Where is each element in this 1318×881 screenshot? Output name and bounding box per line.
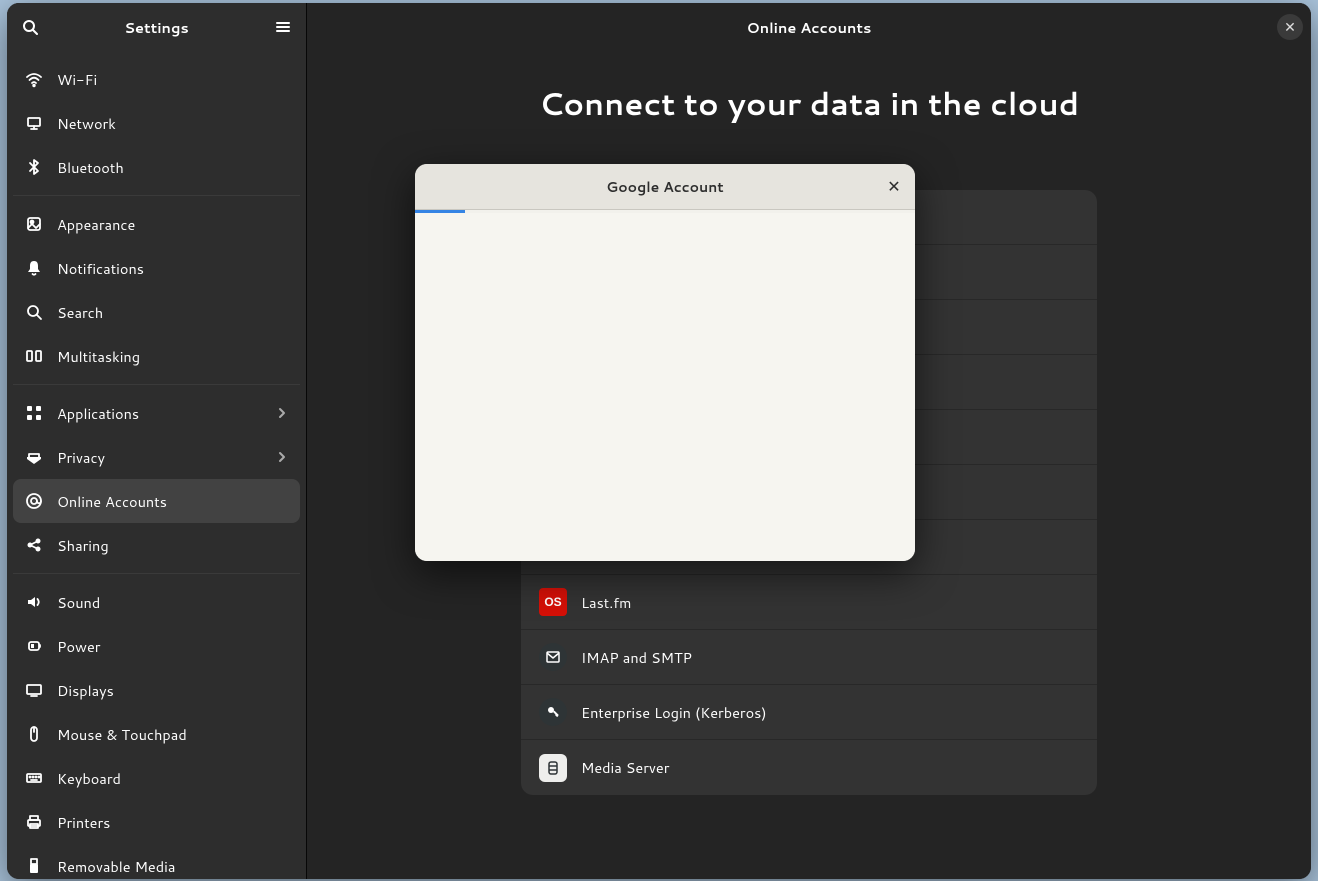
provider-label: Media Server — [581, 757, 669, 778]
sharing-icon — [25, 536, 43, 554]
sidebar-header: Settings — [7, 3, 306, 51]
provider-label: IMAP and SMTP — [581, 647, 692, 668]
account-item-lastfm[interactable]: OS Last.fm — [521, 575, 1097, 630]
bell-icon — [25, 259, 43, 277]
sidebar-item-mouse[interactable]: Mouse & Touchpad — [13, 712, 300, 756]
sidebar-item-removable[interactable]: Removable Media — [13, 844, 300, 879]
lastfm-icon: OS — [539, 588, 567, 616]
sidebar-title: Settings — [47, 17, 266, 38]
usb-icon — [25, 857, 43, 875]
sidebar-item-online-accounts[interactable]: Online Accounts — [13, 479, 300, 523]
sidebar-item-label: Bluetooth — [57, 157, 288, 178]
privacy-icon — [25, 448, 43, 466]
sidebar-separator — [13, 195, 300, 196]
appearance-icon — [25, 215, 43, 233]
displays-icon — [25, 681, 43, 699]
sidebar-item-sound[interactable]: Sound — [13, 580, 300, 624]
close-button[interactable]: ✕ — [1277, 14, 1303, 40]
search-icon — [25, 303, 43, 321]
main-header-title: Online Accounts — [341, 17, 1277, 38]
dialog-progressbar — [415, 210, 915, 213]
search-button[interactable] — [13, 10, 47, 44]
bluetooth-icon — [25, 158, 43, 176]
account-item-imap[interactable]: IMAP and SMTP — [521, 630, 1097, 685]
sidebar-item-power[interactable]: Power — [13, 624, 300, 668]
sidebar-item-label: Power — [57, 636, 288, 657]
menu-button[interactable] — [266, 10, 300, 44]
dialog-body — [415, 213, 915, 561]
sidebar-body: Wi-Fi Network Bluetooth Appearance Notificat… — [7, 51, 306, 879]
sidebar-item-label: Network — [57, 113, 288, 134]
sidebar-separator — [13, 573, 300, 574]
wifi-icon — [25, 70, 43, 88]
chevron-right-icon — [276, 407, 288, 419]
sidebar-item-network[interactable]: Network — [13, 101, 300, 145]
kerberos-icon — [539, 698, 567, 726]
sidebar-item-label: Wi-Fi — [57, 69, 288, 90]
keyboard-icon — [25, 769, 43, 787]
sidebar-item-keyboard[interactable]: Keyboard — [13, 756, 300, 800]
printers-icon — [25, 813, 43, 831]
sidebar-item-multitasking[interactable]: Multitasking — [13, 334, 300, 378]
sidebar-item-label: Keyboard — [57, 768, 288, 789]
sidebar-item-label: Online Accounts — [57, 491, 288, 512]
search-icon — [22, 19, 38, 35]
sidebar: Settings Wi-Fi Network Bluetooth Appearance… — [7, 3, 307, 879]
sidebar-item-label: Appearance — [57, 214, 288, 235]
sidebar-item-label: Mouse & Touchpad — [57, 724, 288, 745]
close-icon: ✕ — [1284, 17, 1296, 37]
google-account-dialog: Google Account ✕ — [415, 164, 915, 561]
imap-icon — [539, 643, 567, 671]
chevron-right-icon — [276, 451, 288, 463]
provider-label: Enterprise Login (Kerberos) — [581, 702, 767, 723]
sidebar-item-search[interactable]: Search — [13, 290, 300, 334]
close-icon: ✕ — [887, 175, 900, 198]
dialog-close-button[interactable]: ✕ — [881, 174, 907, 200]
sidebar-item-applications[interactable]: Applications — [13, 391, 300, 435]
multitasking-icon — [25, 347, 43, 365]
mouse-icon — [25, 725, 43, 743]
sidebar-item-printers[interactable]: Printers — [13, 800, 300, 844]
at-icon — [25, 492, 43, 510]
main-header: Online Accounts ✕ — [307, 3, 1311, 51]
sidebar-item-label: Search — [57, 302, 288, 323]
page-title: Connect to your data in the cloud — [307, 81, 1311, 125]
sidebar-item-sharing[interactable]: Sharing — [13, 523, 300, 567]
sidebar-item-label: Sound — [57, 592, 288, 613]
sidebar-item-privacy[interactable]: Privacy — [13, 435, 300, 479]
progress-bar-fill — [415, 210, 465, 213]
media-icon — [539, 754, 567, 782]
sound-icon — [25, 593, 43, 611]
dialog-header: Google Account ✕ — [415, 164, 915, 210]
settings-window: Settings Wi-Fi Network Bluetooth Appearance… — [7, 3, 1311, 879]
account-item-media[interactable]: Media Server — [521, 740, 1097, 795]
hamburger-icon — [275, 19, 291, 35]
apps-icon — [25, 404, 43, 422]
account-item-kerberos[interactable]: Enterprise Login (Kerberos) — [521, 685, 1097, 740]
dialog-title: Google Account — [449, 177, 881, 197]
sidebar-item-appearance[interactable]: Appearance — [13, 202, 300, 246]
sidebar-item-wifi[interactable]: Wi-Fi — [13, 57, 300, 101]
sidebar-item-notifications[interactable]: Notifications — [13, 246, 300, 290]
sidebar-item-displays[interactable]: Displays — [13, 668, 300, 712]
power-icon — [25, 637, 43, 655]
sidebar-item-label: Sharing — [57, 535, 288, 556]
sidebar-item-label: Displays — [57, 680, 288, 701]
sidebar-item-label: Removable Media — [57, 856, 288, 877]
sidebar-item-label: Notifications — [57, 258, 288, 279]
sidebar-item-label: Multitasking — [57, 346, 288, 367]
sidebar-item-label: Printers — [57, 812, 288, 833]
sidebar-item-bluetooth[interactable]: Bluetooth — [13, 145, 300, 189]
sidebar-item-label: Privacy — [57, 447, 276, 468]
network-icon — [25, 114, 43, 132]
sidebar-item-label: Applications — [57, 403, 276, 424]
sidebar-separator — [13, 384, 300, 385]
provider-label: Last.fm — [581, 592, 631, 613]
